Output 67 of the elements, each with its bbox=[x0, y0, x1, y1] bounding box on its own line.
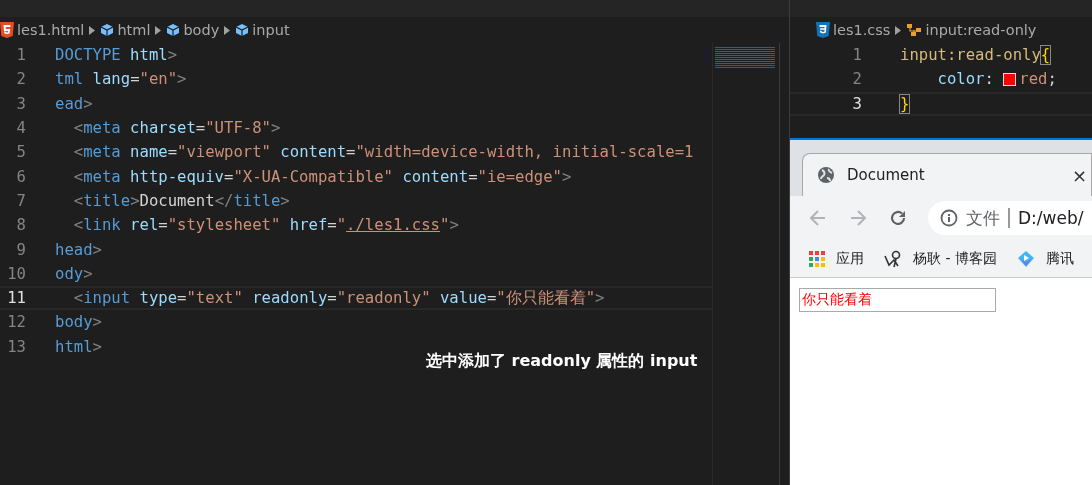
close-tab-button[interactable]: × bbox=[1071, 164, 1087, 186]
line-number: 13 bbox=[6, 337, 26, 356]
line-number: 2 bbox=[851, 70, 862, 89]
code-line: <input type="text" readonly="readonly" value="你只能看着"> bbox=[72, 287, 605, 309]
bookmark[interactable]: 应用 bbox=[809, 249, 864, 268]
back-icon[interactable] bbox=[808, 208, 828, 228]
code-line: DOCTYPE html> bbox=[55, 46, 178, 65]
cube-icon bbox=[100, 23, 115, 37]
code-line: } bbox=[900, 94, 910, 113]
breadcrumb-item[interactable]: les1.html bbox=[17, 22, 85, 38]
address-bar[interactable]: 文件 D:/web/ bbox=[928, 201, 1092, 235]
url-text: D:/web/ bbox=[1018, 208, 1084, 228]
line-number: 1 bbox=[851, 46, 862, 65]
code-line: ead> bbox=[55, 94, 93, 113]
line-number: 3 bbox=[15, 94, 26, 113]
code-line: <link rel="stylesheet" href="./les1.css"> bbox=[72, 216, 459, 235]
globe-icon bbox=[817, 166, 835, 184]
bookmark[interactable]: 腾讯 bbox=[1016, 249, 1074, 268]
breadcrumb-item[interactable]: input:read-only bbox=[925, 22, 1037, 38]
play-diamond-icon bbox=[1016, 249, 1035, 268]
code-line: color: red; bbox=[936, 70, 1057, 89]
breadcrumb-item[interactable]: les1.css bbox=[833, 22, 891, 38]
line-number: 2 bbox=[15, 70, 26, 89]
line-number: 11 bbox=[6, 289, 26, 308]
line-number: 1 bbox=[15, 46, 26, 65]
line-number: 3 bbox=[851, 94, 862, 113]
cube-icon bbox=[166, 23, 181, 37]
code-line: <title>Document</title> bbox=[72, 191, 290, 210]
chevron-icon bbox=[224, 25, 231, 35]
reload-icon[interactable] bbox=[888, 208, 908, 228]
selector-icon bbox=[906, 23, 923, 37]
code-line: <meta http-equiv="X-UA-Compatible" content="ie=edge"> bbox=[72, 167, 572, 186]
breadcrumb-item[interactable]: body bbox=[183, 22, 220, 38]
bookmark[interactable]: 杨耿 - 博客园 bbox=[884, 249, 997, 268]
info-icon bbox=[940, 209, 958, 227]
code-line: ody> bbox=[55, 264, 93, 283]
css3-icon bbox=[816, 22, 830, 38]
input-field[interactable]: 你只能看着 bbox=[799, 288, 996, 312]
html5-icon bbox=[0, 22, 14, 38]
line-number: 10 bbox=[6, 264, 26, 283]
line-number: 8 bbox=[15, 216, 26, 235]
code-line: <meta name="viewport" content="width=device-width, initial-scale=1 bbox=[72, 143, 694, 162]
code-line: <meta charset="UTF-8"> bbox=[72, 119, 281, 138]
line-number: 7 bbox=[15, 191, 26, 210]
code-line: input:read-only{ bbox=[900, 46, 1051, 65]
breadcrumb-item[interactable]: input bbox=[252, 22, 290, 38]
line-number: 12 bbox=[6, 313, 26, 332]
apps-grid-icon bbox=[809, 250, 825, 267]
line-number: 6 bbox=[15, 167, 26, 186]
chevron-icon bbox=[895, 25, 902, 35]
browser-tab[interactable]: Document × bbox=[802, 153, 1092, 196]
sketch-figure-icon bbox=[884, 249, 902, 268]
cube-icon bbox=[235, 23, 250, 37]
line-number: 5 bbox=[15, 143, 26, 162]
breadcrumb-item[interactable]: html bbox=[117, 22, 151, 38]
chevron-icon bbox=[89, 25, 96, 35]
code-line: html> bbox=[55, 337, 102, 356]
chevron-icon bbox=[155, 25, 162, 35]
line-number: 9 bbox=[15, 240, 26, 259]
caption-text: 选中添加了 readonly 属性的 input bbox=[426, 351, 698, 372]
code-line: head> bbox=[55, 240, 102, 259]
color-swatch-icon[interactable] bbox=[1003, 72, 1017, 86]
code-line: body> bbox=[55, 313, 102, 332]
code-line: tml lang="en"> bbox=[55, 70, 187, 89]
forward-icon[interactable] bbox=[848, 208, 868, 228]
line-number: 4 bbox=[15, 119, 26, 138]
scheme-label: 文件 bbox=[966, 208, 1010, 228]
